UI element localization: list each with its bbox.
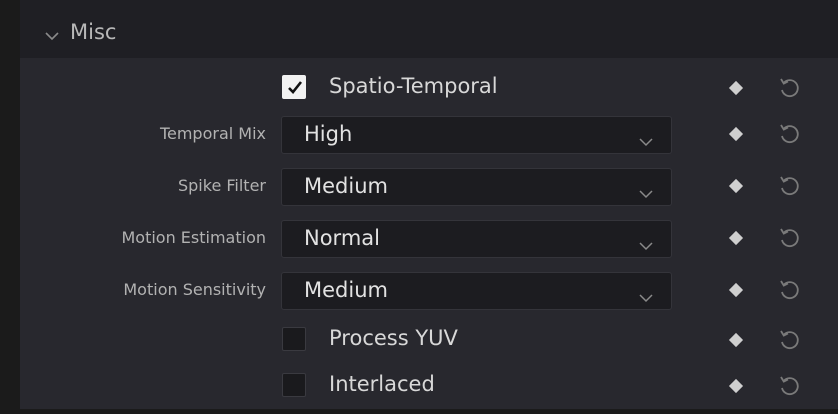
misc-section-header[interactable]: Misc: [20, 0, 838, 58]
reset-icon[interactable]: [777, 121, 801, 145]
dropdown-value: Medium: [304, 278, 388, 302]
spike-filter-row: Spike Filter Medium: [20, 162, 838, 214]
reset-icon[interactable]: [777, 173, 801, 197]
temporal-mix-dropdown[interactable]: High: [281, 116, 672, 154]
motion-estimation-row: Motion Estimation Normal: [20, 214, 838, 266]
chevron-down-icon: [639, 184, 653, 199]
reset-icon[interactable]: [777, 75, 801, 99]
reset-icon[interactable]: [777, 277, 801, 301]
chevron-down-icon: [639, 236, 653, 251]
keyframe-diamond-icon[interactable]: [728, 80, 744, 96]
process-yuv-checkbox[interactable]: [282, 327, 306, 351]
section-title: Misc: [70, 20, 117, 44]
motion-sensitivity-row: Motion Sensitivity Medium: [20, 266, 838, 318]
misc-panel: Misc Spatio-Temporal Temporal Mix High S…: [20, 0, 838, 409]
interlaced-checkbox[interactable]: [282, 373, 306, 397]
dropdown-value: Medium: [304, 174, 388, 198]
process-yuv-label: Process YUV: [329, 326, 458, 350]
motion-sensitivity-dropdown[interactable]: Medium: [281, 272, 672, 310]
interlaced-row: Interlaced: [20, 362, 838, 414]
spatio-temporal-checkbox[interactable]: [282, 75, 306, 99]
keyframe-diamond-icon[interactable]: [728, 178, 744, 194]
keyframe-diamond-icon[interactable]: [728, 282, 744, 298]
motion-estimation-label: Motion Estimation: [121, 228, 266, 247]
spatio-temporal-label: Spatio-Temporal: [329, 74, 498, 98]
reset-icon[interactable]: [777, 373, 801, 397]
chevron-down-icon: [639, 132, 653, 147]
keyframe-diamond-icon[interactable]: [728, 126, 744, 142]
dropdown-value: Normal: [304, 226, 380, 250]
temporal-mix-label: Temporal Mix: [159, 124, 266, 143]
process-yuv-row: Process YUV: [20, 316, 838, 368]
keyframe-diamond-icon[interactable]: [728, 230, 744, 246]
spike-filter-label: Spike Filter: [177, 176, 266, 195]
keyframe-diamond-icon[interactable]: [728, 332, 744, 348]
dropdown-value: High: [304, 122, 353, 146]
spatio-temporal-row: Spatio-Temporal: [20, 64, 838, 116]
keyframe-diamond-icon[interactable]: [728, 378, 744, 394]
motion-sensitivity-label: Motion Sensitivity: [123, 280, 266, 299]
temporal-mix-row: Temporal Mix High: [20, 110, 838, 162]
spike-filter-dropdown[interactable]: Medium: [281, 168, 672, 206]
chevron-down-icon[interactable]: [44, 26, 60, 41]
reset-icon[interactable]: [777, 327, 801, 351]
motion-estimation-dropdown[interactable]: Normal: [281, 220, 672, 258]
interlaced-label: Interlaced: [329, 372, 435, 396]
checkmark-icon: [288, 81, 303, 94]
chevron-down-icon: [639, 288, 653, 303]
reset-icon[interactable]: [777, 225, 801, 249]
